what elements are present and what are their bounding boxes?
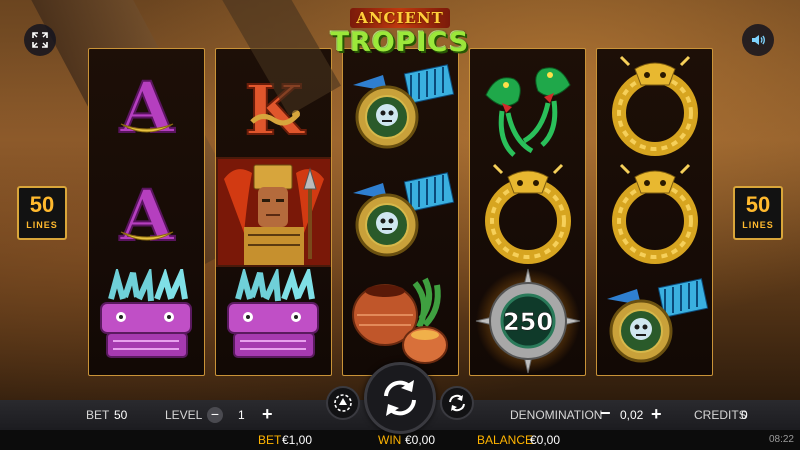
balance-label: BALANCE: [477, 433, 534, 447]
level-decrease-button[interactable]: −: [207, 407, 223, 423]
game-background: ANCIENT TROPICS 50 LINES 50 LINES A A K …: [0, 0, 800, 400]
autoplay-button[interactable]: [326, 386, 360, 420]
symbol-aztec-warrior: [216, 157, 331, 267]
logo-line-ancient: ANCIENT: [350, 8, 450, 28]
clock: 08:22: [768, 434, 794, 445]
symbol-coin-250: 250: [470, 267, 585, 375]
level-increase-button[interactable]: +: [262, 404, 273, 425]
level-label: LEVEL: [165, 408, 203, 422]
logo-line-tropics: TROPICS: [330, 27, 470, 58]
quick-spin-button[interactable]: [440, 386, 474, 420]
symbol-quetzal-birds: [470, 53, 585, 161]
denomination-label: DENOMINATION: [510, 408, 603, 422]
letter-a-glyph: A: [118, 66, 175, 149]
reel-4: 250: [469, 48, 586, 376]
reel-1: A A: [88, 48, 205, 376]
lines-count: 50: [745, 192, 771, 217]
total-bet-value: €1,00: [282, 433, 313, 447]
reel-3: [342, 48, 459, 376]
credits-value: 0: [741, 408, 748, 422]
fullscreen-button[interactable]: [24, 24, 56, 56]
denomination-value: 0,02: [620, 408, 644, 422]
symbol-letter-k: K: [216, 53, 331, 161]
win-label: WIN: [378, 433, 402, 447]
symbol-feathered-serpent: [89, 267, 204, 375]
symbol-clay-pots: [343, 267, 458, 375]
game-logo: ANCIENT TROPICS: [330, 8, 470, 66]
bet-lines-label: BET: [86, 408, 110, 422]
symbol-jade-amulet: [343, 53, 458, 161]
spin-icon: [384, 380, 416, 416]
lines-badge-right: 50 LINES: [733, 186, 783, 240]
autoplay-icon: [334, 394, 352, 412]
denomination-increase-button[interactable]: +: [651, 404, 662, 425]
credits-label: CREDITS: [694, 408, 747, 422]
letter-a-glyph: A: [118, 174, 175, 257]
lines-badge-left: 50 LINES: [17, 186, 67, 240]
symbol-jade-amulet: [343, 161, 458, 269]
lines-label: LINES: [26, 220, 58, 230]
fullscreen-icon: [32, 32, 48, 48]
letter-k-glyph: K: [244, 71, 306, 151]
win-value: €0,00: [405, 433, 436, 447]
balance-value: €0,00: [530, 433, 561, 447]
lines-label: LINES: [742, 220, 774, 230]
reel-grid: A A K 250: [88, 48, 715, 376]
spin-button[interactable]: [364, 362, 436, 434]
lines-count: 50: [29, 192, 55, 217]
symbol-letter-a: A: [89, 53, 204, 161]
level-value: 1: [238, 408, 245, 422]
quick-spin-icon: [449, 394, 465, 412]
symbol-letter-a: A: [89, 161, 204, 269]
bet-lines-value: 50: [114, 408, 128, 422]
reel-5: [596, 48, 713, 376]
sound-button[interactable]: [742, 24, 774, 56]
denomination-decrease-button[interactable]: −: [600, 403, 611, 424]
speaker-icon: [752, 35, 765, 45]
symbol-golden-dragon: [470, 161, 585, 269]
reel-2: K: [215, 48, 332, 376]
symbol-feathered-serpent: [216, 267, 331, 375]
coin-value-text: 250: [502, 308, 552, 336]
symbol-golden-dragon: [597, 53, 712, 161]
total-bet-label: BET: [258, 433, 282, 447]
symbol-golden-dragon: [597, 161, 712, 269]
symbol-jade-amulet: [597, 267, 712, 375]
